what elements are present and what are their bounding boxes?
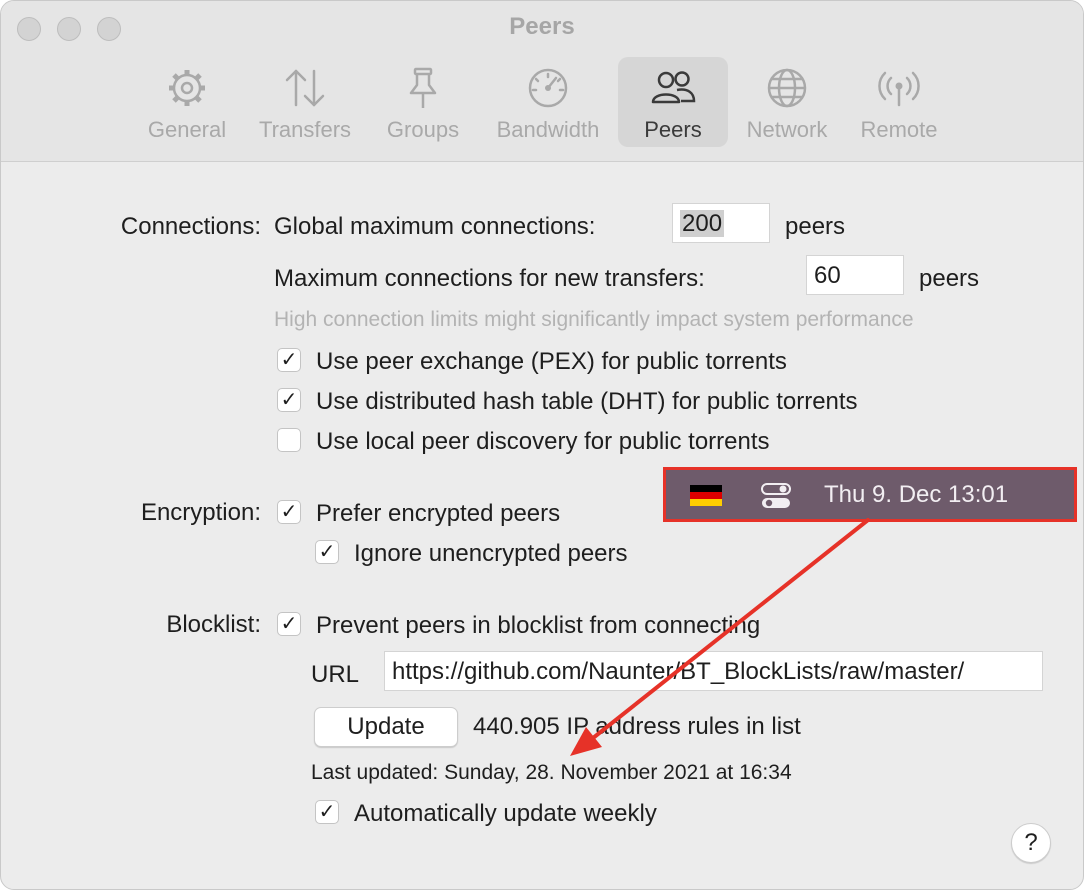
tab-label: Peers [644, 117, 702, 142]
prevent-blocklist-checkbox[interactable]: ✓ [277, 612, 301, 636]
url-label: URL [311, 661, 360, 688]
tab-groups[interactable]: Groups [379, 57, 467, 147]
dht-label: Use distributed hash table (DHT) for pub… [316, 388, 858, 415]
prefer-encrypted-checkbox[interactable]: ✓ [277, 500, 301, 524]
global-max-connections-label: Global maximum connections: [274, 213, 596, 240]
checkmark-icon: ✓ [280, 613, 298, 635]
tab-label: Bandwidth [496, 117, 600, 142]
pin-icon [409, 67, 437, 108]
new-transfers-connections-value: 60 [814, 262, 841, 289]
blocklist-section-label: Blocklist: [166, 611, 261, 638]
dht-checkbox[interactable]: ✓ [277, 388, 301, 412]
tab-remote[interactable]: Remote [853, 57, 945, 147]
gear-icon [169, 70, 205, 106]
prevent-blocklist-label: Prevent peers in blocklist from connecti… [316, 612, 761, 639]
auto-update-label: Automatically update weekly [354, 800, 657, 827]
blocklist-url-value: https://github.com/Naunter/BT_BlockLists… [392, 658, 965, 685]
tab-label: Transfers [258, 117, 352, 142]
tab-label: Groups [386, 117, 460, 142]
new-transfers-connections-label: Maximum connections for new transfers: [274, 265, 705, 292]
new-transfers-unit: peers [919, 265, 980, 292]
menubar-overlay: Thu 9. Dec 13:01 [663, 467, 1077, 522]
people-icon [651, 71, 696, 104]
checkmark-icon: ✓ [280, 501, 298, 523]
connections-section-label: Connections: [120, 213, 261, 240]
last-updated-text: Last updated: Sunday, 28. November 2021 … [311, 761, 792, 784]
pex-checkbox[interactable]: ✓ [277, 348, 301, 372]
globe-icon [767, 68, 807, 108]
tab-network[interactable]: Network [739, 57, 835, 147]
tab-label: General [147, 117, 227, 142]
menubar-clock[interactable]: Thu 9. Dec 13:01 [824, 481, 1008, 509]
rules-count: 440.905 IP address rules in list [473, 713, 801, 740]
update-button[interactable]: Update [314, 707, 458, 747]
new-transfers-connections-input[interactable]: 60 [806, 255, 904, 295]
global-max-connections-value: 200 [680, 210, 725, 237]
german-flag-icon[interactable] [690, 485, 722, 506]
antenna-icon [878, 71, 920, 107]
peers-pane: Connections: Global maximum connections:… [1, 161, 1083, 889]
tab-peers[interactable]: Peers [618, 57, 728, 147]
blocklist-url-input[interactable]: https://github.com/Naunter/BT_BlockLists… [384, 651, 1043, 691]
speedometer-icon [528, 68, 568, 108]
pex-label: Use peer exchange (PEX) for public torre… [316, 348, 787, 375]
tab-label: Remote [860, 117, 938, 142]
local-peer-discovery-label: Use local peer discovery for public torr… [316, 428, 770, 455]
tab-label: Network [746, 117, 828, 142]
checkmark-icon: ✓ [280, 389, 298, 411]
help-button[interactable]: ? [1011, 823, 1051, 863]
checkmark-icon: ✓ [318, 541, 336, 563]
encryption-section-label: Encryption: [140, 499, 261, 526]
prefer-encrypted-label: Prefer encrypted peers [316, 500, 561, 527]
control-center-icon[interactable] [761, 482, 791, 510]
global-max-connections-input[interactable]: 200 [672, 203, 770, 243]
preferences-window: Peers General Transfers Groups Bandwidth… [0, 0, 1084, 890]
toolbar: Peers General Transfers Groups Bandwidth… [1, 1, 1083, 162]
global-max-unit: peers [785, 213, 846, 240]
auto-update-checkbox[interactable]: ✓ [315, 800, 339, 824]
checkmark-icon: ✓ [280, 349, 298, 371]
checkmark-icon: ✓ [318, 801, 336, 823]
tab-general[interactable]: General [141, 57, 233, 147]
ignore-unencrypted-checkbox[interactable]: ✓ [315, 540, 339, 564]
tab-transfers[interactable]: Transfers [253, 57, 357, 147]
arrows-up-down-icon [285, 69, 325, 107]
window-title: Peers [509, 13, 575, 40]
local-peer-discovery-checkbox[interactable] [277, 428, 301, 452]
connection-limit-hint: High connection limits might significant… [274, 308, 914, 331]
ignore-unencrypted-label: Ignore unencrypted peers [354, 540, 628, 567]
tab-bandwidth[interactable]: Bandwidth [487, 57, 609, 147]
